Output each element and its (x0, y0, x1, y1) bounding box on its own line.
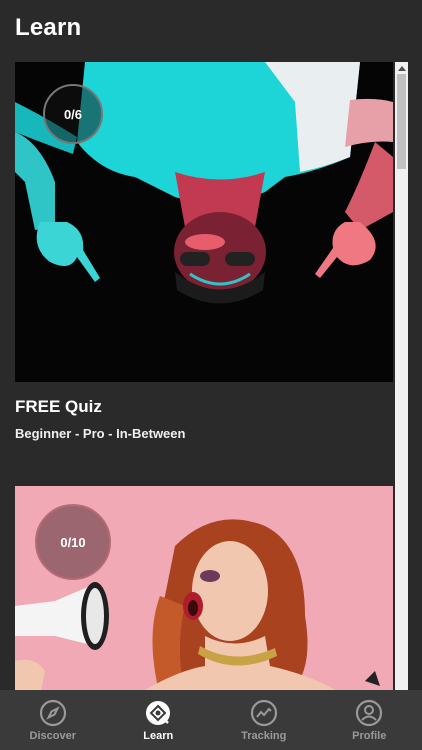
course-list[interactable]: 0/6 FREE Quiz Beginner - Pro - In-Betwee… (0, 62, 422, 690)
tab-discover[interactable]: Discover (0, 690, 105, 750)
learn-icon (146, 700, 171, 725)
tab-label: Tracking (241, 729, 287, 742)
scrollbar-thumb[interactable] (397, 74, 406, 169)
header: Learn (0, 0, 422, 62)
compass-icon (39, 699, 66, 726)
tab-learn[interactable]: Learn (106, 690, 211, 750)
bottom-tab-bar: Discover Learn Tracking Profile (0, 690, 422, 750)
scroll-up-arrow-icon[interactable] (395, 62, 408, 74)
course-card[interactable]: 0/6 FREE Quiz Beginner - Pro - In-Betwee… (15, 62, 393, 486)
tab-tracking[interactable]: Tracking (211, 690, 316, 750)
course-card[interactable]: 0/10 (15, 486, 393, 690)
tab-profile[interactable]: Profile (317, 690, 422, 750)
progress-badge: 0/6 (43, 84, 103, 144)
scrollbar[interactable] (395, 62, 408, 690)
page-title: Learn (15, 14, 82, 41)
person-icon (356, 699, 383, 726)
tab-label: Discover (29, 729, 76, 742)
course-title: FREE Quiz (15, 397, 102, 416)
progress-badge: 0/10 (35, 504, 111, 580)
tab-label: Profile (352, 729, 387, 742)
course-subtitle: Beginner - Pro - In-Between (15, 426, 186, 441)
tab-label: Learn (143, 729, 174, 742)
chart-line-icon (250, 699, 277, 726)
